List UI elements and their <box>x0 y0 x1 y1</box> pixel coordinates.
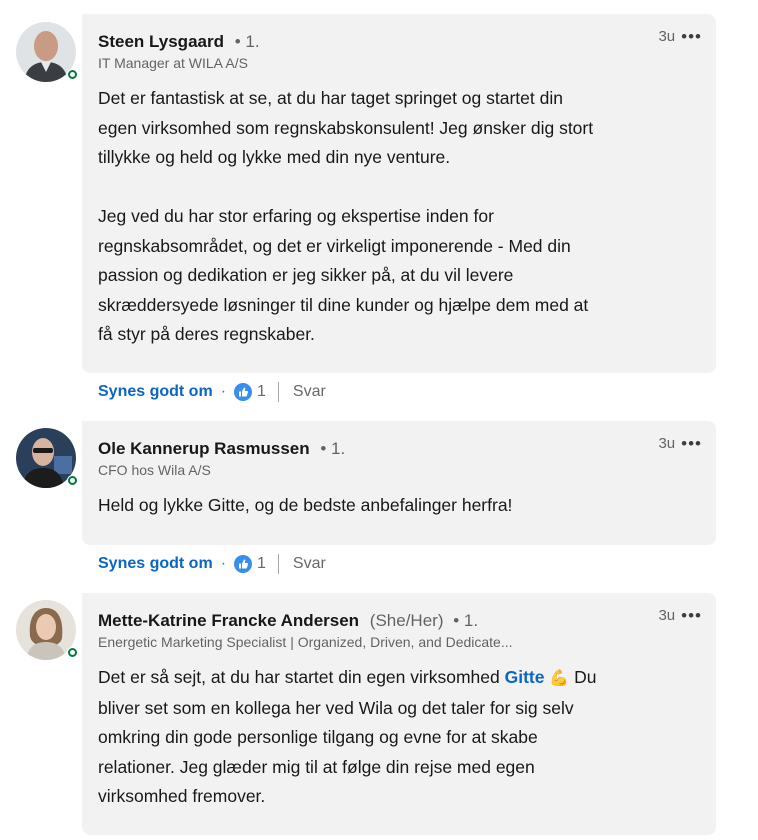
comments-feed: Steen Lysgaard • 1. IT Manager at WILA A… <box>0 0 758 840</box>
like-button[interactable]: Synes godt om <box>98 383 213 401</box>
online-status-icon <box>67 475 78 486</box>
pronouns: (She/Her) <box>369 611 444 630</box>
author-headline: Energetic Marketing Specialist | Organiz… <box>98 634 513 650</box>
connection-degree: • 1. <box>453 611 479 630</box>
author-headline: IT Manager at WILA A/S <box>98 55 248 71</box>
online-status-icon <box>67 647 78 658</box>
author-line: Steen Lysgaard • 1. <box>98 30 700 54</box>
comment-meta: 3u ••• <box>658 607 702 625</box>
comment-bubble: Ole Kannerup Rasmussen • 1. CFO hos Wila… <box>82 421 716 545</box>
comment-bubble: Steen Lysgaard • 1. IT Manager at WILA A… <box>82 14 716 373</box>
timestamp: 3u <box>658 435 676 452</box>
avatar[interactable] <box>16 22 78 82</box>
author-name[interactable]: Steen Lysgaard <box>98 32 224 51</box>
comment-actions: Synes godt om · 1 Svar <box>98 554 326 574</box>
author-name[interactable]: Ole Kannerup Rasmussen <box>98 439 310 458</box>
reply-button[interactable]: Svar <box>293 383 326 401</box>
online-status-icon <box>67 69 78 80</box>
timestamp: 3u <box>658 607 676 624</box>
more-options-icon[interactable]: ••• <box>681 28 702 45</box>
comment-bubble: Mette-Katrine Francke Andersen (She/Her)… <box>82 593 716 835</box>
divider <box>277 382 279 402</box>
comment-meta: 3u ••• <box>658 28 702 46</box>
comment-text: Det er så sejt, at du har startet din eg… <box>98 663 700 812</box>
flexed-biceps-icon: 💪 <box>549 670 570 687</box>
mention-link[interactable]: Gitte <box>505 667 545 687</box>
reply-button[interactable]: Svar <box>293 555 326 573</box>
more-options-icon[interactable]: ••• <box>681 607 702 624</box>
connection-degree: • 1. <box>234 32 260 51</box>
connection-degree: • 1. <box>320 439 346 458</box>
author-name[interactable]: Mette-Katrine Francke Andersen <box>98 611 359 630</box>
separator-dot: · <box>220 555 227 572</box>
divider <box>277 554 279 574</box>
comment-text-start: Det er så sejt, at du har startet din eg… <box>98 667 505 687</box>
comment-meta: 3u ••• <box>658 435 702 453</box>
like-count: 1 <box>257 383 266 400</box>
avatar[interactable] <box>16 600 78 660</box>
comment-text: Det er fantastisk at se, at du har taget… <box>98 88 594 344</box>
avatar[interactable] <box>16 428 78 488</box>
comment-text-end: Du bliver set som en kollega her ved Wil… <box>98 667 597 806</box>
comment-actions: Synes godt om · 1 Svar <box>98 382 326 402</box>
like-button[interactable]: Synes godt om <box>98 555 213 573</box>
like-count: 1 <box>257 555 266 572</box>
timestamp: 3u <box>658 28 676 45</box>
author-line: Ole Kannerup Rasmussen • 1. <box>98 437 700 461</box>
separator-dot: · <box>220 383 227 400</box>
like-reaction-icon[interactable] <box>234 555 253 573</box>
more-options-icon[interactable]: ••• <box>681 435 702 452</box>
author-headline: CFO hos Wila A/S <box>98 462 211 478</box>
like-reaction-icon[interactable] <box>234 383 253 401</box>
author-line: Mette-Katrine Francke Andersen (She/Her)… <box>98 609 700 633</box>
comment-text: Held og lykke Gitte, og de bedste anbefa… <box>98 495 513 515</box>
